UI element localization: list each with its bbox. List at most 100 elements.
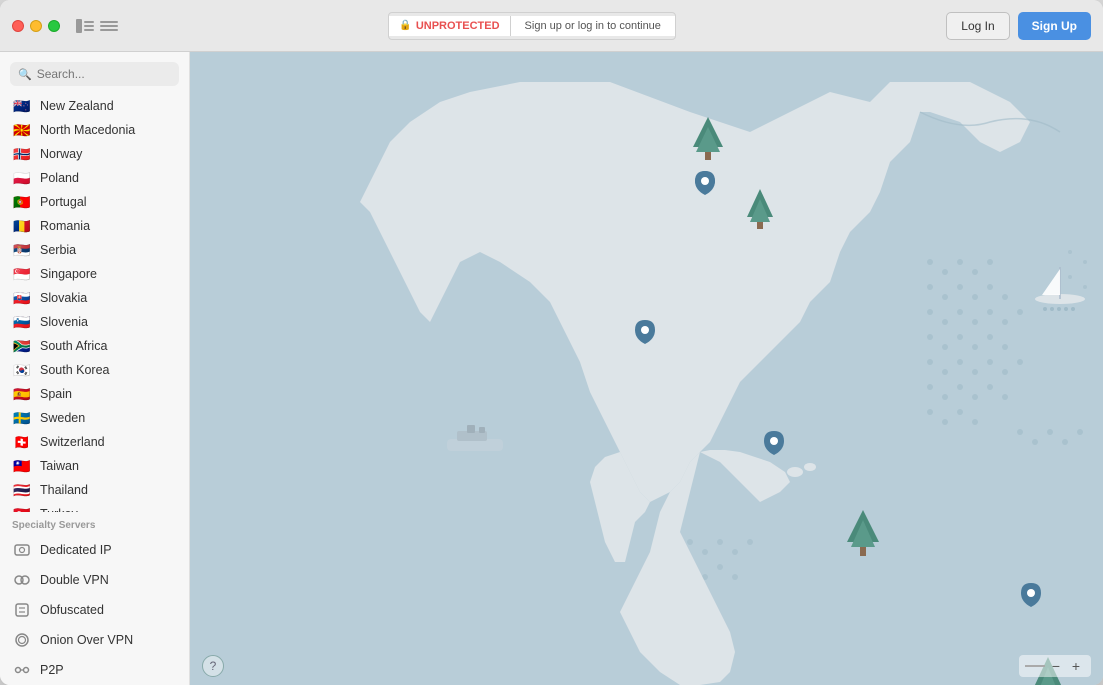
country-flag: 🇰🇷	[12, 363, 32, 377]
lock-icon: 🔒	[399, 20, 411, 31]
sidebar-icon[interactable]	[76, 19, 94, 33]
country-name: Slovakia	[40, 291, 87, 305]
specialty-item[interactable]: Double VPN	[0, 565, 189, 595]
country-item[interactable]: 🇹🇼 Taiwan	[0, 454, 189, 478]
country-name: Romania	[40, 219, 90, 233]
bottom-bar: ? − +	[190, 655, 1103, 677]
minimize-button[interactable]	[30, 20, 42, 32]
country-item[interactable]: 🇵🇱Poland	[0, 166, 189, 190]
specialty-list: Dedicated IP Double VPN Obfuscated Onion Ov…	[0, 535, 189, 685]
country-flag: 🇷🇴	[12, 219, 32, 233]
specialty-item[interactable]: Onion Over VPN	[0, 625, 189, 655]
specialty-item[interactable]: Dedicated IP	[0, 535, 189, 565]
specialty-icon	[12, 660, 32, 680]
specialty-section-label: Specialty Servers	[0, 512, 189, 535]
unprotected-label: UNPROTECTED	[416, 20, 500, 32]
country-item[interactable]: 🇨🇭 Switzerland	[0, 430, 189, 454]
search-box[interactable]: 🔍	[10, 62, 179, 86]
zoom-separator-line	[1025, 665, 1045, 667]
search-icon: 🔍	[18, 68, 32, 81]
search-input[interactable]	[37, 67, 190, 81]
country-flag: 🇵🇹	[12, 195, 32, 209]
map-area: ? − +	[190, 52, 1103, 685]
country-flag: 🇨🇭	[12, 435, 32, 449]
signup-button[interactable]: Sign Up	[1018, 12, 1091, 40]
country-item[interactable]: 🇿🇦 South Africa	[0, 334, 189, 358]
close-button[interactable]	[12, 20, 24, 32]
country-name: Singapore	[40, 267, 97, 281]
country-flag: 🇸🇮	[12, 315, 32, 329]
country-name: North Macedonia	[40, 123, 135, 137]
specialty-name: Obfuscated	[40, 603, 104, 617]
country-list: 🇳🇿 New Zealand 🇲🇰 North Macedonia 🇳🇴 Norway 🇵🇱…	[0, 92, 189, 512]
specialty-icon	[12, 630, 32, 650]
country-flag: 🇹🇼	[12, 459, 32, 473]
country-item[interactable]: 🇵🇹 Portugal	[0, 190, 189, 214]
login-button[interactable]: Log In	[946, 12, 1009, 40]
unprotected-status: 🔒 UNPROTECTED	[389, 16, 510, 36]
specialty-icon	[12, 570, 32, 590]
status-text: Sign up or log in to continue	[525, 20, 661, 32]
country-flag: 🇲🇰	[12, 123, 32, 137]
zoom-controls: − +	[1019, 655, 1091, 677]
main-area: 🔍 🇳🇿 New Zealand 🇲🇰 North Macedonia 🇳🇴 Norway…	[0, 52, 1103, 685]
country-name: Taiwan	[40, 459, 79, 473]
country-item[interactable]: 🇳🇿 New Zealand	[0, 94, 189, 118]
specialty-icon	[12, 540, 32, 560]
country-item[interactable]: 🇷🇴 Romania	[0, 214, 189, 238]
status-message: Sign up or log in to continue	[511, 16, 675, 36]
country-name: Switzerland	[40, 435, 105, 449]
country-item[interactable]: 🇳🇴 Norway	[0, 142, 189, 166]
country-item[interactable]: 🇸🇬 Singapore	[0, 262, 189, 286]
zoom-in-button[interactable]: +	[1067, 657, 1085, 675]
specialty-name: P2P	[40, 663, 64, 677]
country-flag: 🇸🇰	[12, 291, 32, 305]
traffic-lights	[12, 20, 60, 32]
country-name: Serbia	[40, 243, 76, 257]
country-flag: 🇸🇬	[12, 267, 32, 281]
sidebar-toggle-icons	[76, 19, 118, 33]
country-item[interactable]: 🇹🇷Turkey	[0, 502, 189, 512]
zoom-out-button[interactable]: −	[1047, 657, 1065, 675]
country-name: Poland	[40, 171, 79, 185]
country-name: New Zealand	[40, 99, 114, 113]
country-flag: 🇷🇸	[12, 243, 32, 257]
country-item[interactable]: 🇰🇷 South Korea	[0, 358, 189, 382]
country-item[interactable]: 🇷🇸 Serbia	[0, 238, 189, 262]
country-item[interactable]: 🇹🇭 Thailand	[0, 478, 189, 502]
country-flag: 🇪🇸	[12, 387, 32, 401]
app-window: 🔒 UNPROTECTED Sign up or log in to conti…	[0, 0, 1103, 685]
specialty-icon	[12, 600, 32, 620]
country-name: South Korea	[40, 363, 110, 377]
status-bar: 🔒 UNPROTECTED Sign up or log in to conti…	[388, 12, 676, 40]
country-name: Norway	[40, 147, 82, 161]
specialty-item[interactable]: Obfuscated	[0, 595, 189, 625]
specialty-item[interactable]: P2P	[0, 655, 189, 685]
country-item[interactable]: 🇪🇸 Spain	[0, 382, 189, 406]
specialty-name: Dedicated IP	[40, 543, 112, 557]
country-name: Spain	[40, 387, 72, 401]
titlebar-center: 🔒 UNPROTECTED Sign up or log in to conti…	[126, 12, 938, 40]
country-item[interactable]: 🇸🇰 Slovakia	[0, 286, 189, 310]
country-flag: 🇸🇪	[12, 411, 32, 425]
country-name: Sweden	[40, 411, 85, 425]
country-flag: 🇿🇦	[12, 339, 32, 353]
country-flag: 🇹🇭	[12, 483, 32, 497]
country-name: Portugal	[40, 195, 87, 209]
specialty-name: Double VPN	[40, 573, 109, 587]
titlebar-actions: Log In Sign Up	[946, 12, 1091, 40]
titlebar: 🔒 UNPROTECTED Sign up or log in to conti…	[0, 0, 1103, 52]
country-name: South Africa	[40, 339, 107, 353]
country-name: Thailand	[40, 483, 88, 497]
sidebar: 🔍 🇳🇿 New Zealand 🇲🇰 North Macedonia 🇳🇴 Norway…	[0, 52, 190, 685]
country-name: Slovenia	[40, 315, 88, 329]
country-item[interactable]: 🇸🇮 Slovenia	[0, 310, 189, 334]
list-icon[interactable]	[100, 19, 118, 33]
fullscreen-button[interactable]	[48, 20, 60, 32]
country-item[interactable]: 🇸🇪 Sweden	[0, 406, 189, 430]
help-button[interactable]: ?	[202, 655, 224, 677]
country-flag: 🇳🇴	[12, 147, 32, 161]
country-item[interactable]: 🇲🇰 North Macedonia	[0, 118, 189, 142]
country-flag: 🇳🇿	[12, 99, 32, 113]
specialty-name: Onion Over VPN	[40, 633, 133, 647]
